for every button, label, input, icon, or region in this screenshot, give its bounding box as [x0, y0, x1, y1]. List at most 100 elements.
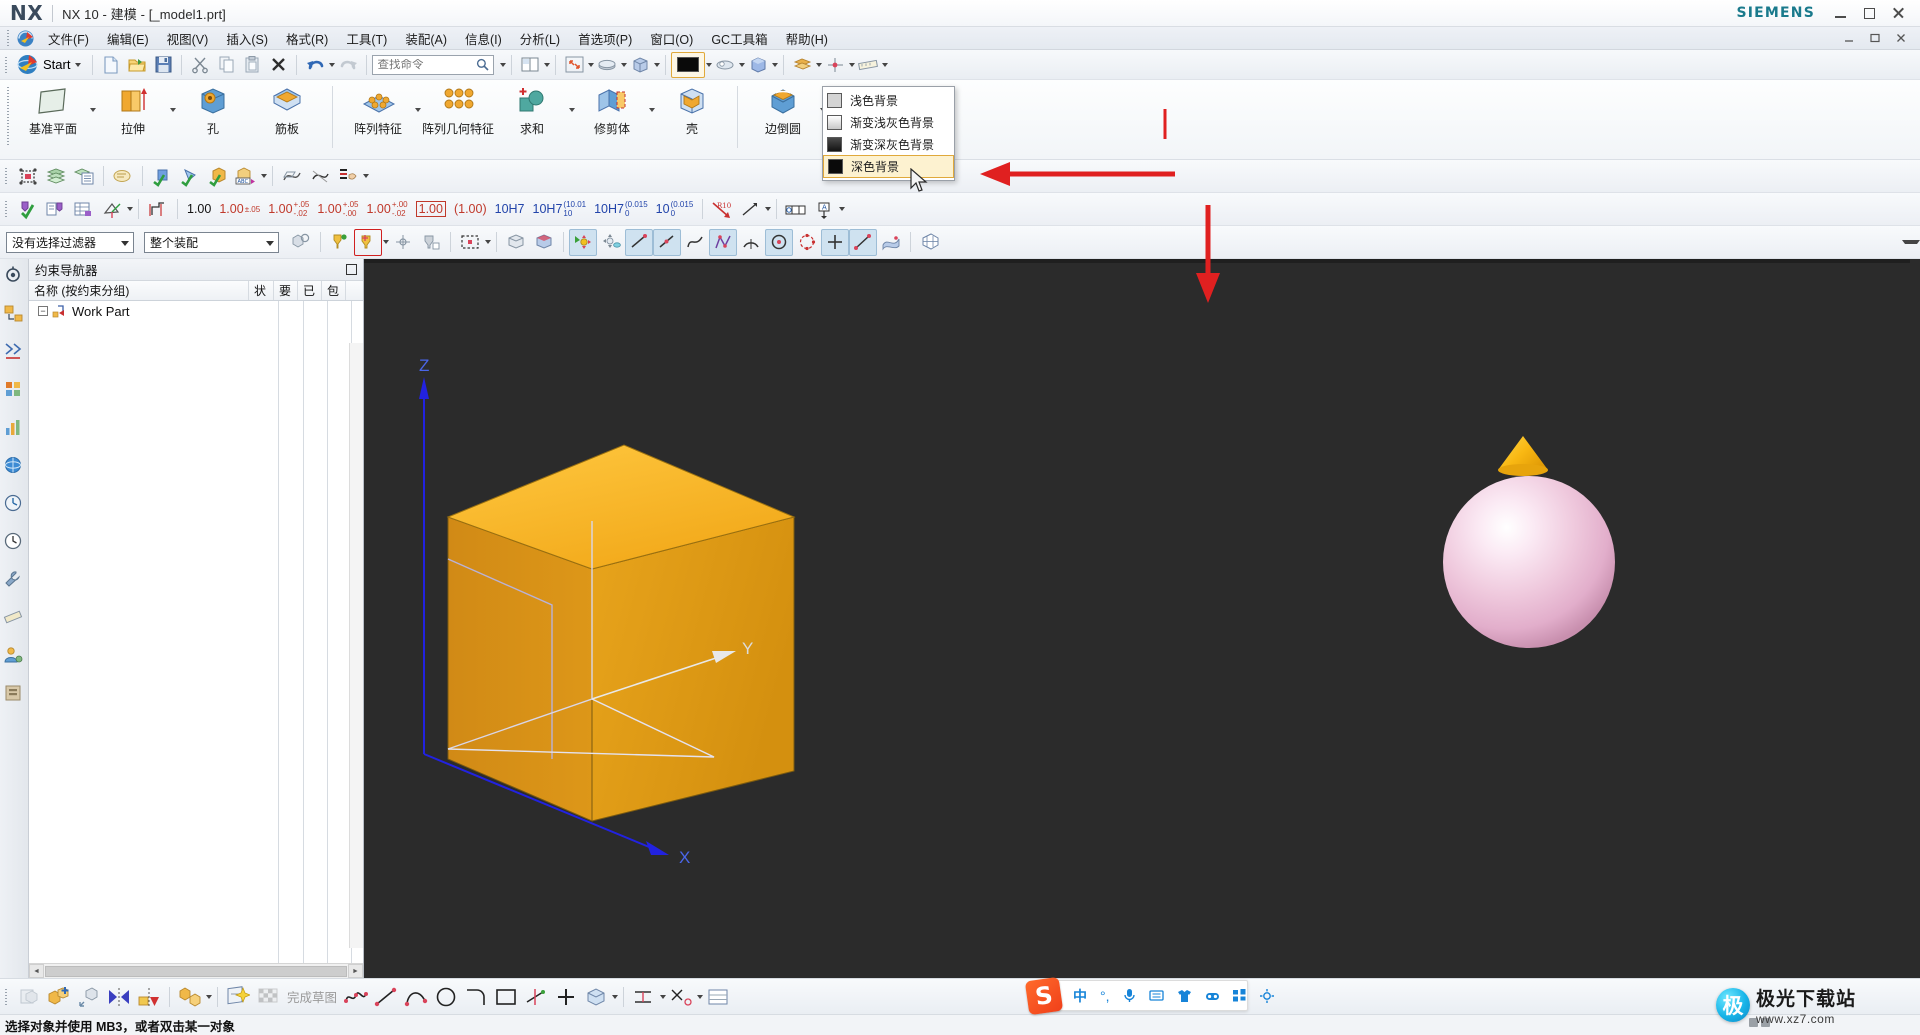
- ribbon-grip[interactable]: [6, 86, 12, 146]
- line-sketch-button[interactable]: [625, 228, 653, 256]
- col-header-include[interactable]: 包: [322, 281, 346, 300]
- sketch-constraint-button[interactable]: [629, 982, 659, 1012]
- col-header-name[interactable]: 名称 (按约束分组): [29, 281, 249, 300]
- menu-grip[interactable]: [6, 29, 12, 47]
- tolerance-style-1[interactable]: 1.00 ±.05: [215, 196, 264, 223]
- menu-analysis[interactable]: 分析(L): [511, 27, 569, 50]
- zoom-pan-button[interactable]: [594, 52, 620, 78]
- internet-browser-icon[interactable]: [3, 455, 25, 477]
- sketch-point-button[interactable]: [551, 982, 581, 1012]
- select-components-button[interactable]: [287, 229, 315, 256]
- orient-view-chevron-icon[interactable]: [654, 62, 661, 67]
- grid-snap-button[interactable]: [822, 52, 848, 78]
- pmi-orient-button[interactable]: [98, 196, 126, 223]
- pattern-component-button[interactable]: [175, 982, 205, 1012]
- menu-gc-toolbox[interactable]: GC工具箱: [702, 27, 776, 50]
- simple-dimension-chevron-icon[interactable]: [363, 174, 369, 178]
- toolrow3-overflow-chevron-icon[interactable]: [1902, 240, 1920, 244]
- ribbon-button-shell[interactable]: 壳: [655, 80, 729, 136]
- search-chevron-down-icon[interactable]: [500, 62, 507, 67]
- ribbon-button-trim-body[interactable]: 修剪体: [575, 80, 649, 136]
- background-option-0[interactable]: 浅色背景: [823, 89, 954, 111]
- menu-view[interactable]: 视图(V): [158, 27, 218, 50]
- face-select-button[interactable]: [530, 229, 558, 256]
- drag-object-button[interactable]: [597, 229, 625, 256]
- menu-format[interactable]: 格式(R): [277, 27, 337, 50]
- background-option-2[interactable]: 渐变深灰色背景: [823, 133, 954, 155]
- command-search-box[interactable]: [372, 54, 495, 75]
- rectangle-select-chevron-icon[interactable]: [485, 240, 491, 244]
- menu-tools[interactable]: 工具(T): [337, 27, 396, 50]
- col-header-status[interactable]: 状: [249, 281, 274, 300]
- surface-button[interactable]: [877, 229, 905, 256]
- check-face-button[interactable]: [148, 163, 176, 190]
- window-layout-chevron-icon[interactable]: [544, 62, 551, 67]
- ribbon-button-extrude[interactable]: 拉伸: [96, 80, 170, 136]
- assembly-scope-chevron-icon[interactable]: [266, 240, 274, 246]
- sketch-geometry-button[interactable]: [581, 982, 611, 1012]
- skin-icon[interactable]: [1177, 989, 1192, 1003]
- body-select-button[interactable]: [502, 229, 530, 256]
- sketch-rectangle-button[interactable]: [491, 982, 521, 1012]
- paste-button[interactable]: [239, 52, 265, 78]
- menubar-minimize-icon[interactable]: [1842, 31, 1856, 45]
- keyboard-icon[interactable]: [1148, 989, 1164, 1002]
- note-button[interactable]: [109, 163, 137, 190]
- move-component-button[interactable]: [74, 982, 104, 1012]
- tolerance-style-4[interactable]: 1.00 +.00 -.02: [362, 196, 411, 223]
- ribbon-button-unite[interactable]: 求和: [495, 80, 569, 136]
- tolerance-style-7[interactable]: 10H7: [491, 196, 529, 223]
- orient-view-button[interactable]: [627, 52, 653, 78]
- menu-window[interactable]: 窗口(O): [641, 27, 702, 50]
- redo-button[interactable]: [335, 52, 361, 78]
- role-wrench-icon[interactable]: [3, 569, 25, 591]
- hscroll-thumb[interactable]: [45, 965, 347, 977]
- save-button[interactable]: [150, 52, 176, 78]
- tolerance-style-5[interactable]: 1.00: [412, 196, 450, 223]
- menu-preferences[interactable]: 首选项(P): [569, 27, 641, 50]
- fit-view-button[interactable]: [561, 52, 587, 78]
- sketch-geometry-chevron-icon[interactable]: [612, 994, 619, 999]
- navigator-vertical-scrollbar[interactable]: [349, 343, 363, 948]
- assembly-scope-combo[interactable]: 整个装配: [144, 231, 279, 253]
- pmi-check-button[interactable]: [14, 196, 42, 223]
- menu-edit[interactable]: 编辑(E): [98, 27, 158, 50]
- tolerance-style-8[interactable]: 10H7 (10.01 10: [529, 196, 591, 223]
- geometric-constraint-button[interactable]: [666, 982, 696, 1012]
- menu-insert[interactable]: 插入(S): [217, 27, 277, 50]
- background-color-button[interactable]: [671, 51, 706, 78]
- visibility-button[interactable]: [789, 52, 815, 78]
- assembly-explode-button[interactable]: [14, 982, 44, 1012]
- ribbon-button-rib[interactable]: 筋板: [250, 80, 324, 136]
- finish-sketch-button[interactable]: [253, 982, 283, 1012]
- copy-button[interactable]: [213, 52, 239, 78]
- add-component-button[interactable]: [44, 982, 74, 1012]
- tolerance-style-9[interactable]: 10H7 (0.015 0: [590, 196, 652, 223]
- sketch-fillet-button[interactable]: [461, 982, 491, 1012]
- polyline-sketch-button[interactable]: [709, 228, 737, 256]
- pmi-orient-chevron-icon[interactable]: [127, 207, 133, 211]
- component-position-button[interactable]: [14, 163, 42, 190]
- snap-point-filter-button[interactable]: [326, 229, 354, 256]
- apps-icon[interactable]: [1232, 989, 1247, 1002]
- layer-settings-button[interactable]: [42, 163, 70, 190]
- tolerance-style-10[interactable]: 10 (0.015 0: [652, 196, 698, 223]
- ribbon-button-edge-blend[interactable]: 边倒圆: [746, 80, 820, 136]
- mesh-button[interactable]: [916, 229, 944, 256]
- create-sketch-button[interactable]: [223, 982, 253, 1012]
- ribbon-button-hole[interactable]: 孔: [176, 80, 250, 136]
- tolerance-style-3[interactable]: 1.00 +.05 -.00: [313, 196, 362, 223]
- layer-category-button[interactable]: [70, 163, 98, 190]
- sketch-settings-button[interactable]: [703, 982, 733, 1012]
- col-header-required[interactable]: 要: [274, 281, 298, 300]
- sketch-circle-button[interactable]: [431, 982, 461, 1012]
- ime-mode-chinese[interactable]: 中: [1073, 986, 1087, 1006]
- datum-line-button[interactable]: [849, 228, 877, 256]
- assembly-navigator-icon[interactable]: [3, 265, 25, 287]
- measure-button[interactable]: [855, 52, 881, 78]
- menu-help[interactable]: 帮助(H): [777, 27, 837, 50]
- menubar-restore-icon[interactable]: [1868, 31, 1882, 45]
- tolerance-style-2[interactable]: 1.00 +.05 -.02: [264, 196, 313, 223]
- selection-filter-combo[interactable]: 没有选择过滤器: [6, 231, 134, 253]
- toolrow2-grip[interactable]: [4, 200, 10, 218]
